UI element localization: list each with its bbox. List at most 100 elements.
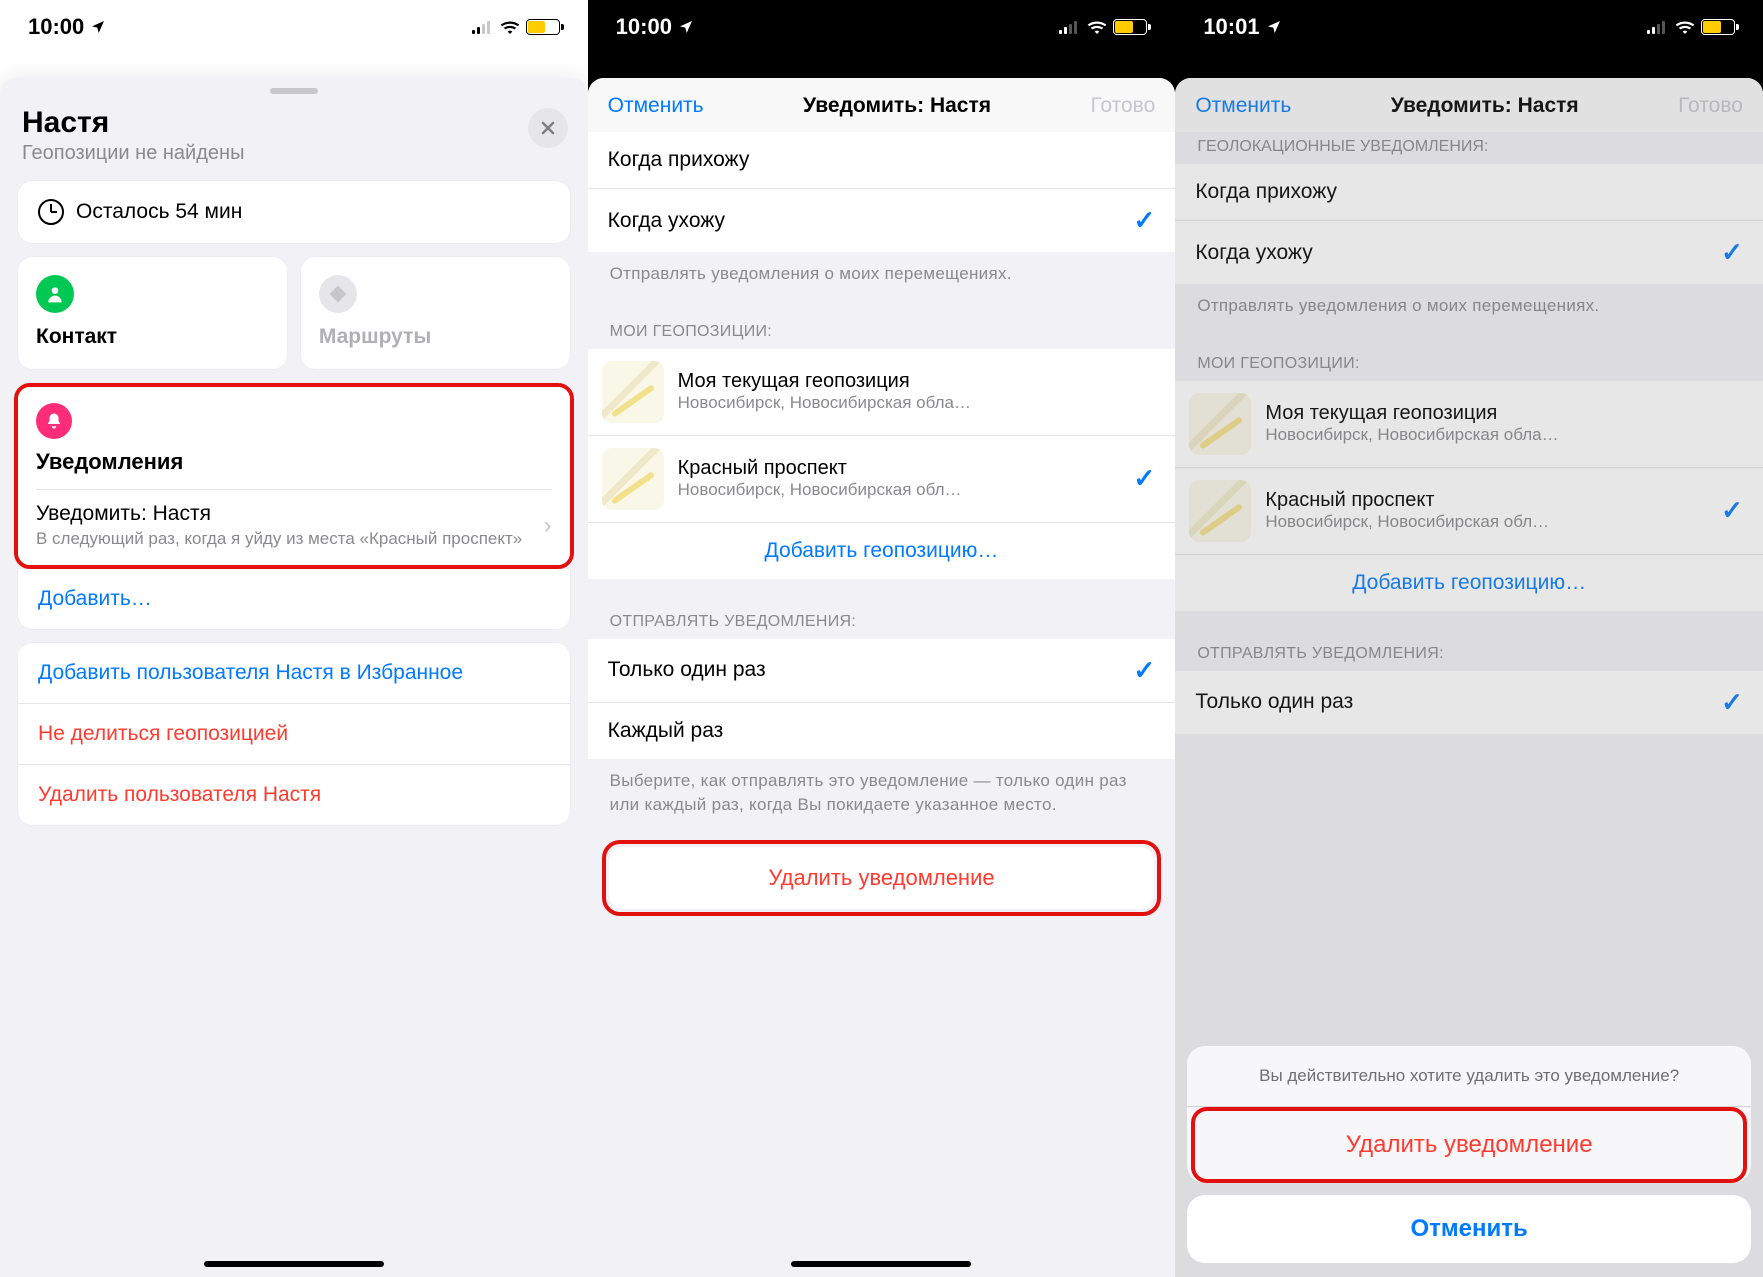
notifications-highlight: Уведомления Уведомить: Настя В следующий… xyxy=(14,383,574,569)
delete-highlight: Удалить уведомление xyxy=(1191,1107,1747,1183)
delete-notification-button[interactable]: Удалить уведомление xyxy=(609,847,1155,909)
location-current-row[interactable]: Моя текущая геопозиция Новосибирск, Ново… xyxy=(588,349,1176,436)
remaining-label: Осталось 54 мин xyxy=(76,200,242,224)
modal-title: Уведомить: Настя xyxy=(1391,94,1579,118)
my-locations-header: МОИ ГЕОПОЗИЦИИ: xyxy=(588,303,1176,349)
notification-title: Уведомить: Настя xyxy=(36,502,534,526)
checkmark-icon: ✓ xyxy=(1721,687,1743,718)
contact-label: Контакт xyxy=(36,325,269,349)
location-arrow-icon xyxy=(90,19,106,35)
home-indicator[interactable] xyxy=(791,1261,971,1267)
once-label: Только один раз xyxy=(1195,690,1721,714)
delete-highlight: Удалить уведомление xyxy=(602,840,1162,916)
battery-icon xyxy=(526,19,560,35)
bell-icon xyxy=(36,403,72,439)
movement-caption: Отправлять уведомления о моих перемещени… xyxy=(1175,284,1763,335)
wifi-icon xyxy=(1675,20,1695,34)
action-sheet-cancel-button[interactable]: Отменить xyxy=(1187,1195,1751,1263)
add-location-button[interactable]: Добавить геопозицию… xyxy=(588,523,1176,579)
checkmark-icon: ✓ xyxy=(1721,237,1743,268)
send-notifications-header: ОТПРАВЛЯТЬ УВЕДОМЛЕНИЯ: xyxy=(1175,611,1763,671)
location-subtitle: Новосибирск, Новосибирская обл… xyxy=(678,480,1120,500)
my-locations-header: МОИ ГЕОПОЗИЦИИ: xyxy=(1175,335,1763,381)
action-sheet-prompt: Вы действительно хотите удалить это увед… xyxy=(1187,1046,1751,1107)
checkmark-icon: ✓ xyxy=(1134,205,1156,236)
notification-item[interactable]: Уведомить: Настя В следующий раз, когда … xyxy=(36,489,552,551)
confirm-delete-button[interactable]: Удалить уведомление xyxy=(1195,1111,1743,1179)
when-arrive-row[interactable]: Когда прихожу xyxy=(588,132,1176,189)
cancel-button[interactable]: Отменить xyxy=(1195,94,1291,118)
when-arrive-row[interactable]: Когда прихожу xyxy=(1175,164,1763,221)
battery-icon xyxy=(1113,19,1147,35)
location-current-row[interactable]: Моя текущая геопозиция Новосибирск, Ново… xyxy=(1175,381,1763,468)
map-thumbnail-icon xyxy=(1189,480,1251,542)
once-row[interactable]: Только один раз ✓ xyxy=(1175,671,1763,734)
sheet-grabber[interactable] xyxy=(270,88,318,94)
notifications-header: Уведомления xyxy=(36,449,552,475)
checkmark-icon: ✓ xyxy=(1134,655,1156,686)
cancel-button[interactable]: Отменить xyxy=(608,94,704,118)
battery-icon xyxy=(1701,19,1735,35)
close-button[interactable] xyxy=(528,108,568,148)
stop-sharing-button[interactable]: Не делиться геопозицией xyxy=(18,703,570,764)
contact-sheet: Настя Геопозиции не найдены Осталось 54 … xyxy=(0,78,588,1277)
location-krasny-row[interactable]: Красный проспект Новосибирск, Новосибирс… xyxy=(1175,468,1763,555)
cellular-icon xyxy=(472,20,494,34)
contact-card[interactable]: Контакт xyxy=(18,257,287,369)
status-time: 10:00 xyxy=(28,14,84,40)
add-notification-button[interactable]: Добавить… xyxy=(18,569,570,629)
remaining-pill[interactable]: Осталось 54 мин xyxy=(18,181,570,243)
status-bar: 10:00 xyxy=(0,0,588,54)
location-krasny-row[interactable]: Красный проспект Новосибирск, Новосибирс… xyxy=(588,436,1176,523)
location-subtitle: Новосибирск, Новосибирская обл… xyxy=(1265,512,1707,532)
routes-card: Маршруты xyxy=(301,257,570,369)
every-label: Каждый раз xyxy=(608,719,1156,743)
delete-user-button[interactable]: Удалить пользователя Настя xyxy=(18,764,570,825)
when-arrive-label: Когда прихожу xyxy=(1195,180,1743,204)
phone-1: 10:00 Настя Геопозиции не найдены xyxy=(0,0,588,1277)
location-arrow-icon xyxy=(1266,19,1282,35)
once-label: Только один раз xyxy=(608,658,1134,682)
once-row[interactable]: Только один раз ✓ xyxy=(588,639,1176,703)
home-indicator[interactable] xyxy=(204,1261,384,1267)
status-bar: 10:01 xyxy=(1175,0,1763,54)
contact-name: Настя xyxy=(22,106,566,140)
location-subtitle: Новосибирск, Новосибирская обла… xyxy=(1265,425,1743,445)
add-favorite-button[interactable]: Добавить пользователя Настя в Избранное xyxy=(18,643,570,703)
send-caption: Выберите, как отправлять это уведомление… xyxy=(588,759,1176,834)
status-bar: 10:00 xyxy=(588,0,1176,54)
checkmark-icon: ✓ xyxy=(1134,463,1156,494)
done-button[interactable]: Готово xyxy=(1090,94,1155,118)
map-thumbnail-icon xyxy=(1189,393,1251,455)
when-leave-label: Когда ухожу xyxy=(1195,241,1721,265)
add-location-button[interactable]: Добавить геопозицию… xyxy=(1175,555,1763,611)
movement-caption: Отправлять уведомления о моих перемещени… xyxy=(588,252,1176,303)
location-arrow-icon xyxy=(678,19,694,35)
location-title: Моя текущая геопозиция xyxy=(1265,402,1743,425)
chevron-right-icon: › xyxy=(544,512,552,540)
wifi-icon xyxy=(1087,20,1107,34)
when-leave-label: Когда ухожу xyxy=(608,209,1134,233)
person-icon xyxy=(36,275,74,313)
notify-sheet: Отменить Уведомить: Настя Готово ГЕОЛОКА… xyxy=(1175,78,1763,1277)
done-button[interactable]: Готово xyxy=(1678,94,1743,118)
phone-2: 10:00 Отменить Уведомить: Настя Готово К… xyxy=(588,0,1176,1277)
close-icon xyxy=(540,120,556,136)
action-sheet: Вы действительно хотите удалить это увед… xyxy=(1187,1046,1751,1263)
when-arrive-label: Когда прихожу xyxy=(608,148,1156,172)
directions-icon xyxy=(319,275,357,313)
clock-icon xyxy=(38,199,64,225)
cellular-icon xyxy=(1059,20,1081,34)
when-leave-row[interactable]: Когда ухожу ✓ xyxy=(588,189,1176,252)
routes-label: Маршруты xyxy=(319,325,552,349)
modal-title: Уведомить: Настя xyxy=(803,94,991,118)
phone-3: 10:01 Отменить Уведомить: Настя Готово Г… xyxy=(1175,0,1763,1277)
map-thumbnail-icon xyxy=(602,361,664,423)
every-row[interactable]: Каждый раз xyxy=(588,703,1176,759)
location-title: Красный проспект xyxy=(678,457,1120,480)
wifi-icon xyxy=(500,20,520,34)
when-leave-row[interactable]: Когда ухожу ✓ xyxy=(1175,221,1763,284)
location-title: Красный проспект xyxy=(1265,489,1707,512)
contact-subtitle: Геопозиции не найдены xyxy=(22,142,566,165)
checkmark-icon: ✓ xyxy=(1721,495,1743,526)
